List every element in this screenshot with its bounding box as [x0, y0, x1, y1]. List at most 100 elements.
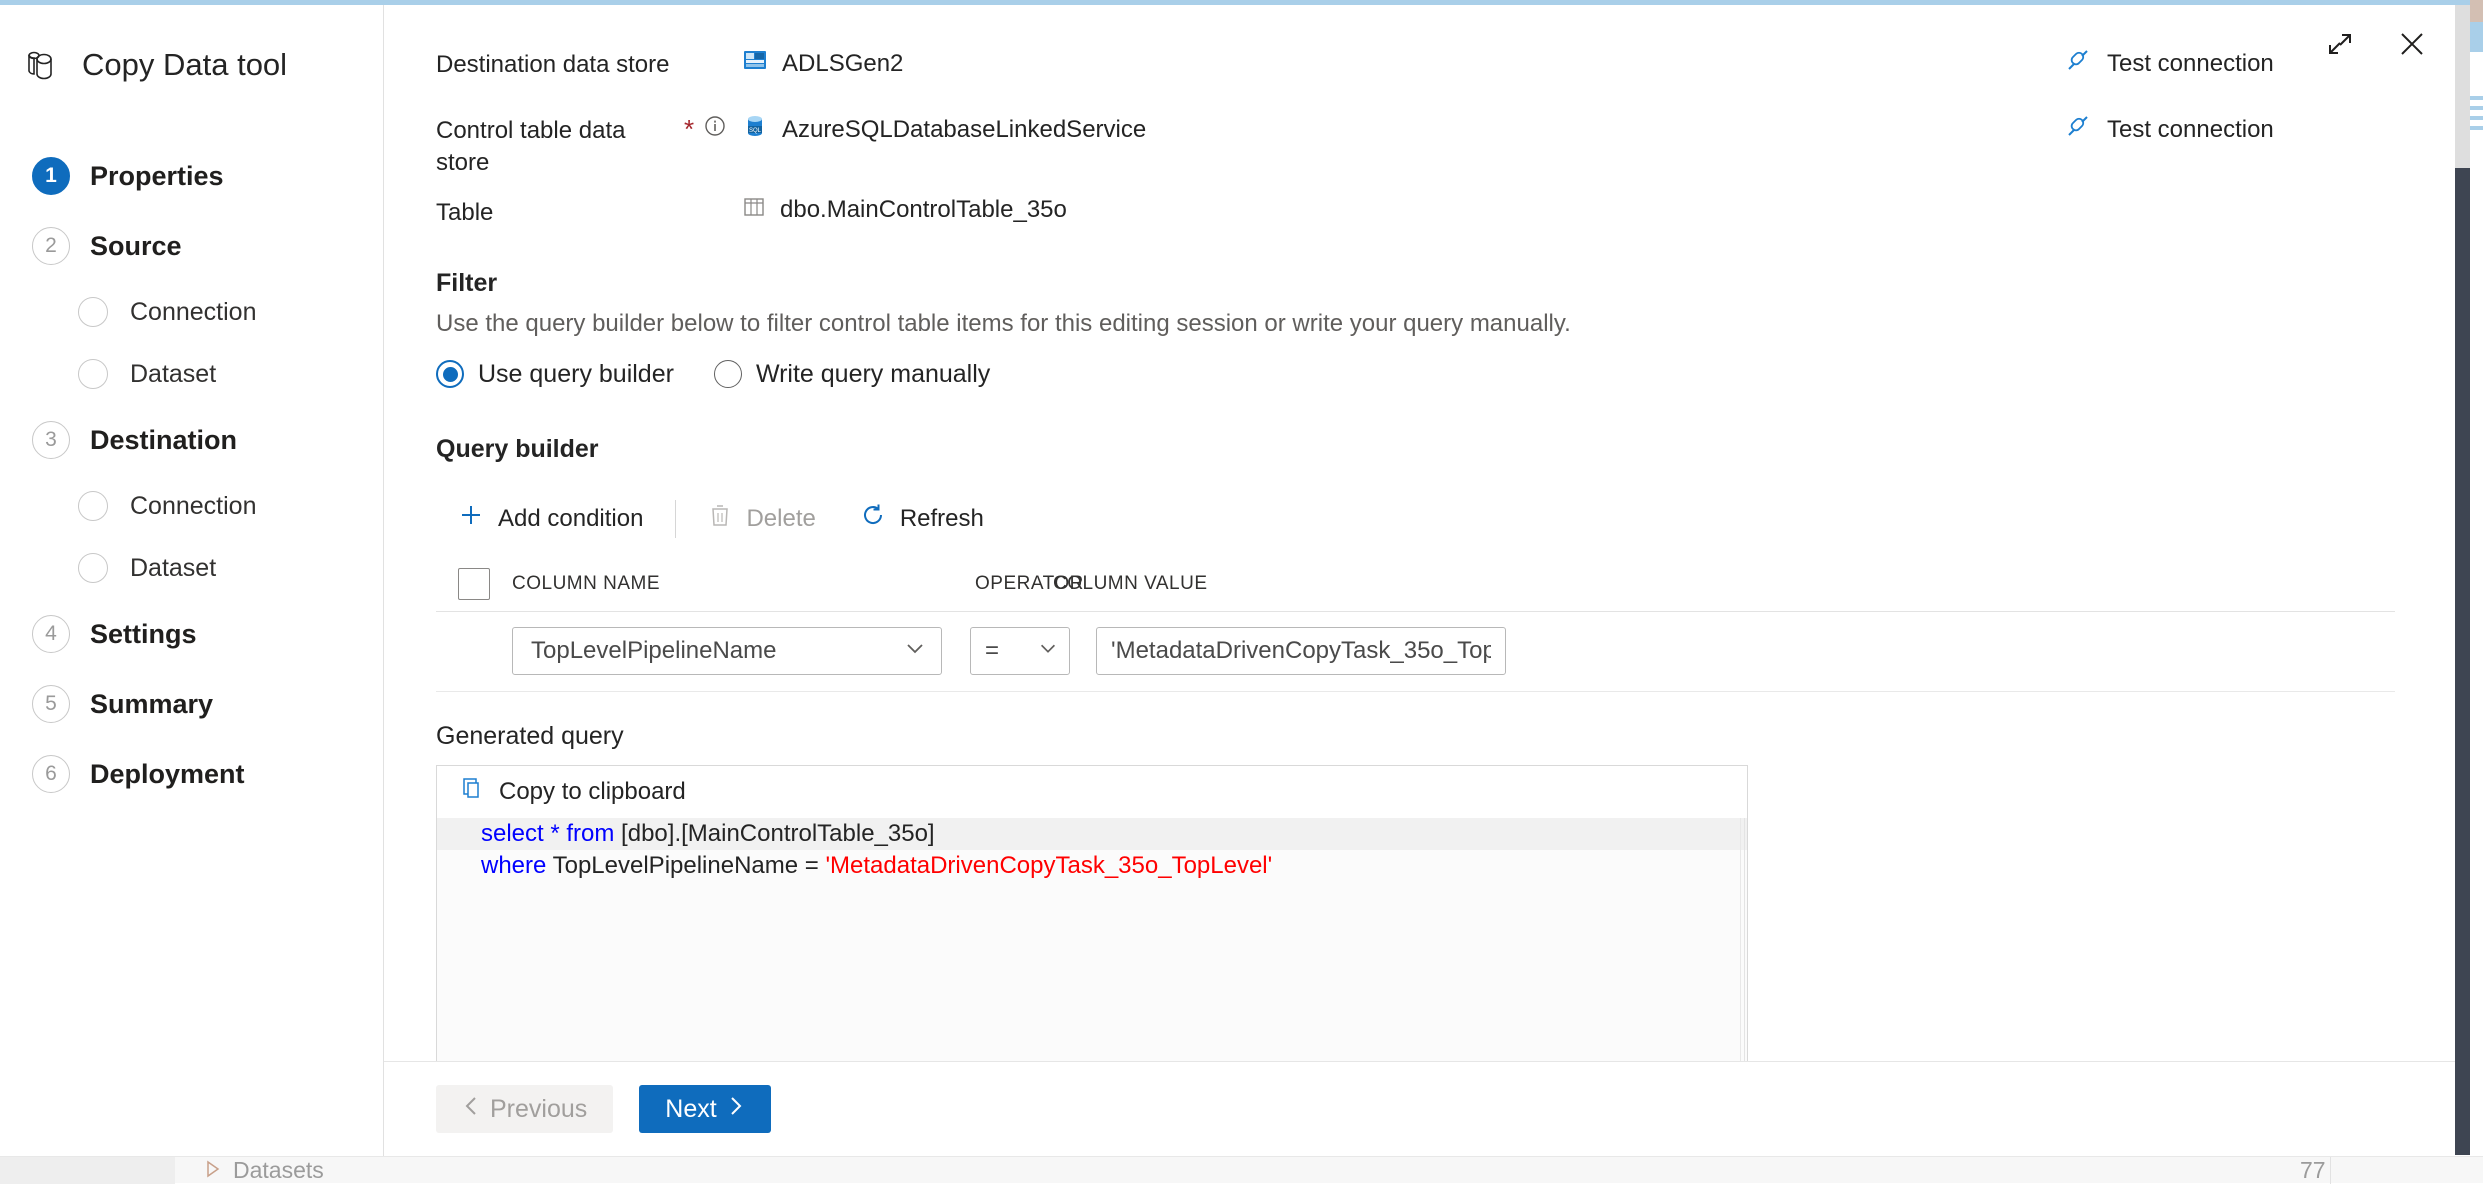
page-title: Copy Data tool — [82, 47, 287, 83]
field-table: Table dbo.MainControlTable_35o — [436, 193, 2395, 245]
sidebar-subitem-destination-dataset[interactable]: Dataset — [0, 537, 383, 599]
refresh-button[interactable]: Refresh — [838, 492, 1006, 546]
test-connection-control-table[interactable]: Test connection — [2065, 111, 2395, 146]
sidebar-subitem-source-dataset[interactable]: Dataset — [0, 343, 383, 405]
plug-icon — [2065, 113, 2091, 146]
background-right-column — [2470, 0, 2483, 1183]
filter-section-description: Use the query builder below to filter co… — [436, 310, 2395, 338]
sidebar-subitem-label: Dataset — [130, 360, 216, 389]
step-number-badge: 4 — [32, 615, 70, 653]
column-header-operator[interactable]: OPERATOR — [975, 573, 1053, 595]
background-datasets-row[interactable]: Datasets 77 — [0, 1156, 2483, 1183]
sidebar-item-label: Summary — [90, 689, 213, 720]
sql-database-icon: SQL — [742, 113, 768, 146]
sidebar-item-summary[interactable]: 5 Summary — [0, 669, 383, 739]
code-line-1: select * from [dbo].[MainControlTable_35… — [437, 818, 1747, 850]
sidebar-subitem-label: Dataset — [130, 554, 216, 583]
plus-icon — [458, 502, 484, 535]
substep-circle-icon — [78, 359, 108, 389]
previous-label: Previous — [490, 1095, 587, 1124]
step-number-badge: 2 — [32, 227, 70, 265]
scrollbar-track-upper[interactable] — [2455, 5, 2470, 168]
scrollbar-thumb[interactable] — [2455, 168, 2470, 1155]
toolbar-separator — [675, 500, 676, 538]
sidebar-item-label: Settings — [90, 619, 197, 650]
sidebar-item-label: Properties — [90, 161, 224, 192]
column-name-select[interactable]: TopLevelPipelineName — [512, 627, 942, 675]
wizard-sidebar: Copy Data tool 1 Properties 2 Source Con… — [0, 5, 384, 1156]
field-destination-data-store: Destination data store ADLSGen2 — [436, 45, 2395, 97]
query-builder-title: Query builder — [436, 435, 2395, 464]
background-row-count: 77 — [2300, 1157, 2326, 1184]
next-button[interactable]: Next — [639, 1085, 770, 1133]
copy-data-tool-dialog: Copy Data tool 1 Properties 2 Source Con… — [0, 5, 2455, 1156]
field-label: Destination data store — [436, 45, 684, 81]
wizard-main-panel: Destination data store ADLSGen2 — [384, 5, 2455, 1156]
query-builder-table: COLUMN NAME OPERATOR COLUMN VALUE TopLev… — [436, 558, 2395, 692]
field-value-text: dbo.MainControlTable_35o — [780, 196, 1067, 224]
code-scroll-gutter[interactable] — [1744, 818, 1745, 1061]
sidebar-subitem-source-connection[interactable]: Connection — [0, 281, 383, 343]
wizard-footer: Previous Next — [384, 1061, 2455, 1156]
refresh-icon — [860, 502, 886, 535]
step-number-badge: 6 — [32, 755, 70, 793]
table-icon — [742, 195, 766, 226]
triangle-right-icon[interactable] — [205, 1157, 221, 1184]
sidebar-subitem-destination-connection[interactable]: Connection — [0, 475, 383, 537]
copy-to-clipboard-button[interactable]: Copy to clipboard — [437, 766, 1747, 818]
field-control-table-data-store: Control table data store * — [436, 111, 2395, 179]
database-icon — [24, 48, 58, 82]
sidebar-item-destination[interactable]: 3 Destination — [0, 405, 383, 475]
sidebar-item-deployment[interactable]: 6 Deployment — [0, 739, 383, 809]
wizard-step-list: 1 Properties 2 Source Connection Dataset… — [0, 141, 383, 809]
select-all-checkbox[interactable] — [458, 568, 490, 600]
code-minimap-divider — [1740, 818, 1741, 1061]
code-line-2: where TopLevelPipelineName = 'MetadataDr… — [437, 850, 1747, 882]
table-row: TopLevelPipelineName = — [436, 612, 2395, 692]
radio-write-query-manually[interactable]: Write query manually — [714, 360, 990, 389]
radio-label: Use query builder — [478, 360, 674, 389]
field-value[interactable]: SQL AzureSQLDatabaseLinkedService — [742, 111, 2065, 146]
field-value[interactable]: dbo.MainControlTable_35o — [742, 193, 2395, 226]
field-value[interactable]: ADLSGen2 — [742, 45, 2065, 80]
add-condition-button[interactable]: Add condition — [436, 492, 665, 546]
copy-icon — [461, 776, 485, 807]
info-icon[interactable] — [704, 115, 726, 142]
step-number-badge: 1 — [32, 157, 70, 195]
previous-button[interactable]: Previous — [436, 1085, 613, 1133]
generated-query-code[interactable]: select * from [dbo].[MainControlTable_35… — [437, 818, 1747, 1061]
chevron-left-icon — [462, 1095, 480, 1124]
generated-query-title: Generated query — [436, 722, 2395, 751]
sidebar-item-properties[interactable]: 1 Properties — [0, 141, 383, 211]
test-connection-label: Test connection — [2107, 116, 2274, 144]
sidebar-item-settings[interactable]: 4 Settings — [0, 599, 383, 669]
field-required-marker: * — [684, 111, 742, 142]
background-row-label: Datasets — [233, 1157, 324, 1184]
plug-icon — [2065, 47, 2091, 80]
sidebar-subitem-label: Connection — [130, 492, 256, 521]
sidebar-item-label: Deployment — [90, 759, 245, 790]
adlsgen2-icon — [742, 47, 768, 80]
radio-label: Write query manually — [756, 360, 990, 389]
column-header-column-value[interactable]: COLUMN VALUE — [1053, 573, 2395, 595]
page-scrollbar[interactable] — [2455, 5, 2470, 1156]
operator-select[interactable]: = — [970, 627, 1070, 675]
test-connection-destination[interactable]: Test connection — [2065, 45, 2395, 80]
next-label: Next — [665, 1095, 716, 1124]
radio-use-query-builder[interactable]: Use query builder — [436, 360, 674, 389]
copy-to-clipboard-label: Copy to clipboard — [499, 778, 686, 806]
field-value-text: ADLSGen2 — [782, 50, 903, 78]
column-header-column-name[interactable]: COLUMN NAME — [490, 573, 975, 595]
chevron-down-icon — [1037, 637, 1059, 666]
delete-condition-button[interactable]: Delete — [686, 492, 837, 546]
column-value-input[interactable] — [1096, 627, 1506, 675]
refresh-label: Refresh — [900, 505, 984, 533]
background-avatar-swatch — [2470, 0, 2483, 22]
radio-indicator — [714, 360, 742, 388]
brand-header: Copy Data tool — [0, 5, 383, 83]
table-header-row: COLUMN NAME OPERATOR COLUMN VALUE — [436, 558, 2395, 612]
properties-form: Destination data store ADLSGen2 — [384, 5, 2455, 1061]
trash-icon — [708, 503, 732, 534]
svg-text:SQL: SQL — [749, 128, 762, 134]
sidebar-item-source[interactable]: 2 Source — [0, 211, 383, 281]
